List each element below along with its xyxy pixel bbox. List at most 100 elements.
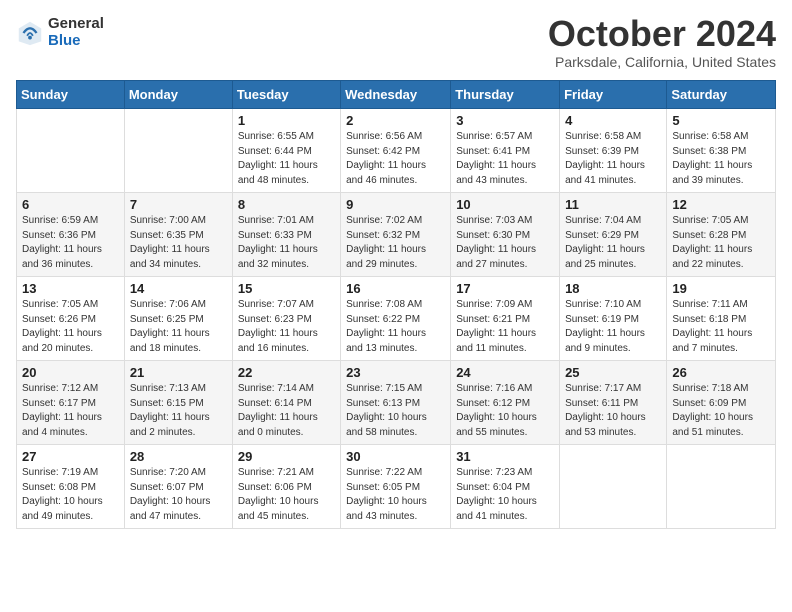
day-number: 27: [22, 449, 119, 464]
calendar-cell: 13 Sunrise: 7:05 AM Sunset: 6:26 PM Dayli…: [17, 277, 125, 361]
day-info: Sunrise: 7:05 AM Sunset: 6:28 PM Dayligh…: [672, 214, 770, 272]
day-number: 23: [346, 365, 445, 380]
day-info: Sunrise: 7:03 AM Sunset: 6:30 PM Dayligh…: [456, 214, 554, 272]
calendar-cell: [560, 445, 667, 529]
page-container: General Blue October 2024 Parksdale, Cal…: [16, 16, 776, 529]
day-info: Sunrise: 7:08 AM Sunset: 6:22 PM Dayligh…: [346, 298, 445, 356]
calendar-cell: [17, 109, 125, 193]
logo: General Blue: [16, 16, 104, 49]
calendar-cell: 29Sunrise: 7:21 AM Sunset: 6:06 PM Dayli…: [232, 445, 340, 529]
day-info: Sunrise: 7:23 AM Sunset: 6:04 PM Dayligh…: [456, 466, 554, 524]
calendar-cell: 24Sunrise: 7:16 AM Sunset: 6:12 PM Dayli…: [451, 361, 560, 445]
calendar-cell: 18Sunrise: 7:10 AM Sunset: 6:19 PM Dayli…: [560, 277, 667, 361]
header-friday: Friday: [560, 81, 667, 109]
title-area: October 2024 Parksdale, California, Unit…: [548, 16, 776, 70]
day-number: 22: [238, 365, 335, 380]
calendar-cell: 31 Sunrise: 7:23 AM Sunset: 6:04 PM Dayli…: [451, 445, 560, 529]
day-info: Sunrise: 7:09 AM Sunset: 6:21 PM Dayligh…: [456, 298, 554, 356]
day-info: Sunrise: 6:58 AM Sunset: 6:38 PM Dayligh…: [672, 130, 770, 188]
calendar-cell: 9 Sunrise: 7:02 AM Sunset: 6:32 PM Daylig…: [341, 193, 451, 277]
day-info: Sunrise: 7:22 AM Sunset: 6:05 PM Dayligh…: [346, 466, 445, 524]
day-number: 8: [238, 197, 335, 212]
day-number: 16: [346, 281, 445, 296]
calendar-cell: 15 Sunrise: 7:07 AM Sunset: 6:23 PM Dayli…: [232, 277, 340, 361]
logo-blue-text: Blue: [48, 33, 104, 50]
calendar-cell: 20 Sunrise: 7:12 AM Sunset: 6:17 PM Dayli…: [17, 361, 125, 445]
month-title: October 2024: [548, 16, 776, 52]
calendar-cell: 11Sunrise: 7:04 AM Sunset: 6:29 PM Dayli…: [560, 193, 667, 277]
day-number: 18: [565, 281, 661, 296]
logo-general-text: General: [48, 16, 104, 33]
header-saturday: Saturday: [667, 81, 776, 109]
week-row-3: 13 Sunrise: 7:05 AM Sunset: 6:26 PM Dayli…: [17, 277, 776, 361]
day-info: Sunrise: 7:07 AM Sunset: 6:23 PM Dayligh…: [238, 298, 335, 356]
calendar-cell: 23Sunrise: 7:15 AM Sunset: 6:13 PM Dayli…: [341, 361, 451, 445]
calendar-cell: 26 Sunrise: 7:18 AM Sunset: 6:09 PM Dayli…: [667, 361, 776, 445]
calendar-cell: 5Sunrise: 6:58 AM Sunset: 6:38 PM Daylig…: [667, 109, 776, 193]
day-info: Sunrise: 7:18 AM Sunset: 6:09 PM Dayligh…: [672, 382, 770, 440]
day-info: Sunrise: 7:16 AM Sunset: 6:12 PM Dayligh…: [456, 382, 554, 440]
calendar-cell: [667, 445, 776, 529]
logo-icon: [16, 19, 44, 47]
day-info: Sunrise: 7:12 AM Sunset: 6:17 PM Dayligh…: [22, 382, 119, 440]
day-info: Sunrise: 7:21 AM Sunset: 6:06 PM Dayligh…: [238, 466, 335, 524]
day-info: Sunrise: 7:02 AM Sunset: 6:32 PM Dayligh…: [346, 214, 445, 272]
day-number: 26: [672, 365, 770, 380]
header-thursday: Thursday: [451, 81, 560, 109]
day-info: Sunrise: 7:14 AM Sunset: 6:14 PM Dayligh…: [238, 382, 335, 440]
location: Parksdale, California, United States: [548, 54, 776, 70]
day-info: Sunrise: 6:56 AM Sunset: 6:42 PM Dayligh…: [346, 130, 445, 188]
day-info: Sunrise: 7:20 AM Sunset: 6:07 PM Dayligh…: [130, 466, 227, 524]
day-info: Sunrise: 7:13 AM Sunset: 6:15 PM Dayligh…: [130, 382, 227, 440]
day-number: 28: [130, 449, 227, 464]
day-number: 10: [456, 197, 554, 212]
day-number: 13: [22, 281, 119, 296]
calendar-cell: 6Sunrise: 6:59 AM Sunset: 6:36 PM Daylig…: [17, 193, 125, 277]
day-number: 30: [346, 449, 445, 464]
header-monday: Monday: [124, 81, 232, 109]
day-number: 1: [238, 113, 335, 128]
day-number: 12: [672, 197, 770, 212]
calendar-cell: 1Sunrise: 6:55 AM Sunset: 6:44 PM Daylig…: [232, 109, 340, 193]
calendar-cell: 8 Sunrise: 7:01 AM Sunset: 6:33 PM Daylig…: [232, 193, 340, 277]
day-number: 15: [238, 281, 335, 296]
day-number: 17: [456, 281, 554, 296]
calendar-cell: 27 Sunrise: 7:19 AM Sunset: 6:08 PM Dayli…: [17, 445, 125, 529]
day-number: 31: [456, 449, 554, 464]
day-number: 14: [130, 281, 227, 296]
day-info: Sunrise: 6:57 AM Sunset: 6:41 PM Dayligh…: [456, 130, 554, 188]
day-number: 21: [130, 365, 227, 380]
day-info: Sunrise: 7:01 AM Sunset: 6:33 PM Dayligh…: [238, 214, 335, 272]
calendar-cell: 25Sunrise: 7:17 AM Sunset: 6:11 PM Dayli…: [560, 361, 667, 445]
day-info: Sunrise: 7:19 AM Sunset: 6:08 PM Dayligh…: [22, 466, 119, 524]
week-row-5: 27 Sunrise: 7:19 AM Sunset: 6:08 PM Dayli…: [17, 445, 776, 529]
week-row-4: 20 Sunrise: 7:12 AM Sunset: 6:17 PM Dayli…: [17, 361, 776, 445]
day-info: Sunrise: 7:04 AM Sunset: 6:29 PM Dayligh…: [565, 214, 661, 272]
calendar-cell: 3 Sunrise: 6:57 AM Sunset: 6:41 PM Daylig…: [451, 109, 560, 193]
day-number: 25: [565, 365, 661, 380]
calendar-cell: [124, 109, 232, 193]
day-number: 9: [346, 197, 445, 212]
weekday-header-row: Sunday Monday Tuesday Wednesday Thursday…: [17, 81, 776, 109]
calendar-cell: 30 Sunrise: 7:22 AM Sunset: 6:05 PM Dayli…: [341, 445, 451, 529]
header-tuesday: Tuesday: [232, 81, 340, 109]
day-number: 4: [565, 113, 661, 128]
calendar-table: Sunday Monday Tuesday Wednesday Thursday…: [16, 80, 776, 529]
calendar-cell: 22 Sunrise: 7:14 AM Sunset: 6:14 PM Dayli…: [232, 361, 340, 445]
calendar-cell: 17 Sunrise: 7:09 AM Sunset: 6:21 PM Dayli…: [451, 277, 560, 361]
day-number: 19: [672, 281, 770, 296]
calendar-cell: 7Sunrise: 7:00 AM Sunset: 6:35 PM Daylig…: [124, 193, 232, 277]
day-number: 2: [346, 113, 445, 128]
week-row-1: 1Sunrise: 6:55 AM Sunset: 6:44 PM Daylig…: [17, 109, 776, 193]
logo-text: General Blue: [48, 16, 104, 49]
week-row-2: 6Sunrise: 6:59 AM Sunset: 6:36 PM Daylig…: [17, 193, 776, 277]
day-info: Sunrise: 6:59 AM Sunset: 6:36 PM Dayligh…: [22, 214, 119, 272]
day-info: Sunrise: 7:11 AM Sunset: 6:18 PM Dayligh…: [672, 298, 770, 356]
header: General Blue October 2024 Parksdale, Cal…: [16, 16, 776, 70]
calendar-cell: 19 Sunrise: 7:11 AM Sunset: 6:18 PM Dayli…: [667, 277, 776, 361]
day-number: 3: [456, 113, 554, 128]
day-number: 20: [22, 365, 119, 380]
day-info: Sunrise: 7:05 AM Sunset: 6:26 PM Dayligh…: [22, 298, 119, 356]
header-sunday: Sunday: [17, 81, 125, 109]
day-info: Sunrise: 7:06 AM Sunset: 6:25 PM Dayligh…: [130, 298, 227, 356]
